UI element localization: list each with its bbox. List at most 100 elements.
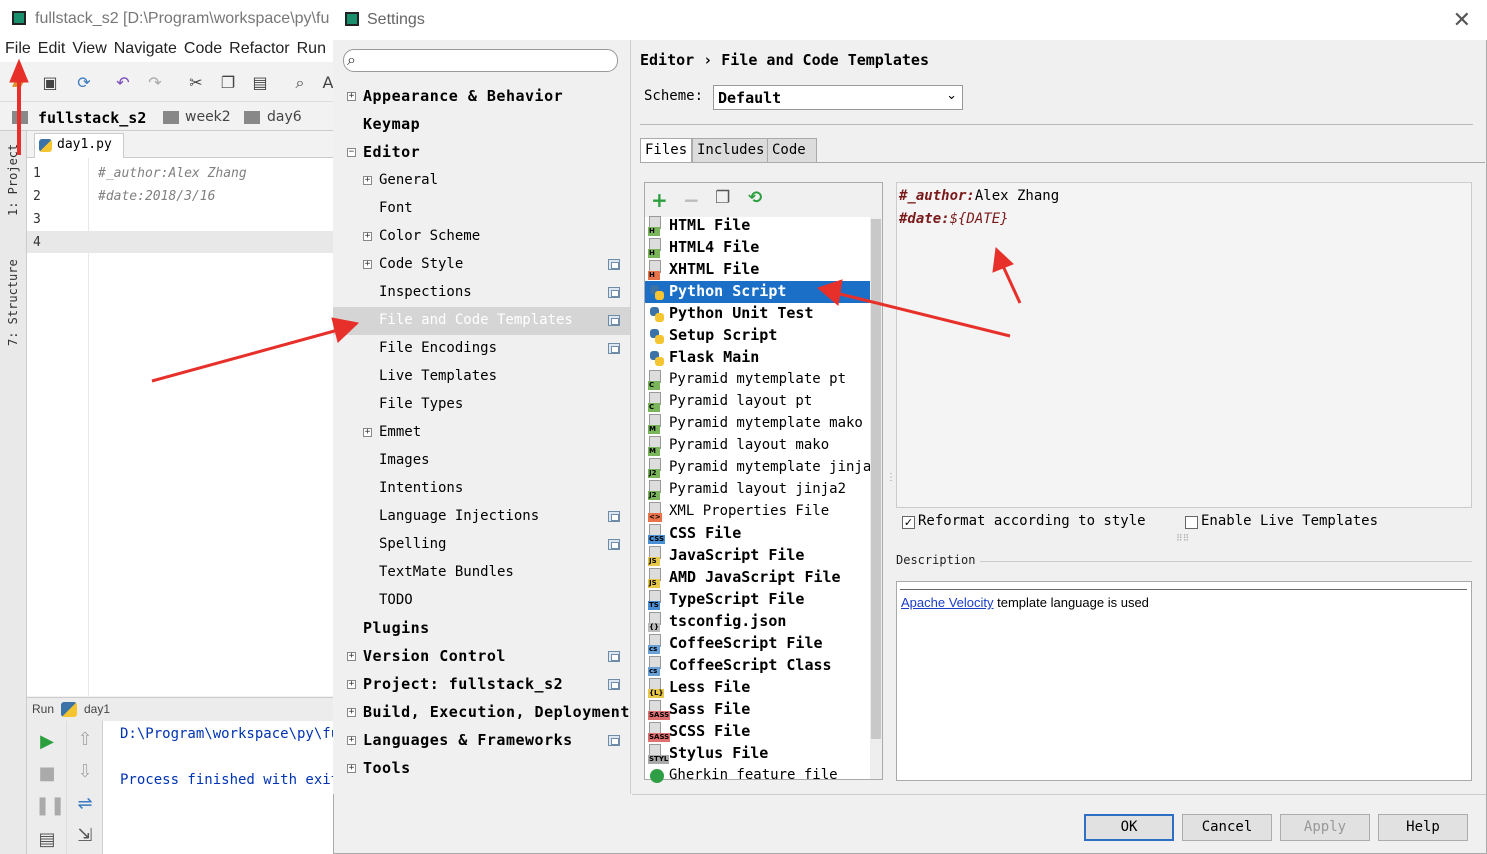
paste-icon[interactable]: ▤ [250, 73, 270, 93]
template-item[interactable]: STYL Stylus File [645, 743, 870, 765]
stop-icon[interactable]: ■ [35, 763, 59, 784]
expand-icon[interactable]: + [363, 260, 372, 269]
tree-item[interactable]: Live Templates [333, 363, 630, 391]
run-config-name[interactable]: day1 [84, 702, 110, 716]
template-editor[interactable] [896, 182, 1472, 508]
tree-item[interactable]: Font [333, 195, 630, 223]
menu-view[interactable]: View [72, 40, 106, 57]
collapse-icon[interactable]: − [347, 148, 356, 157]
apply-button[interactable]: Apply [1280, 814, 1370, 841]
template-item[interactable]: M Pyramid mytemplate mako [645, 413, 870, 435]
tree-item[interactable]: TextMate Bundles [333, 559, 630, 587]
run-play-icon[interactable]: ▶ [35, 731, 59, 752]
tab-includes[interactable]: Includes [692, 138, 770, 162]
template-item[interactable]: CSS CSS File [645, 523, 870, 545]
tree-item[interactable]: + Appearance & Behavior [333, 83, 630, 111]
expand-icon[interactable]: + [347, 736, 356, 745]
expand-icon[interactable]: + [363, 176, 372, 185]
template-item[interactable]: C Pyramid layout pt [645, 391, 870, 413]
reset-icon[interactable]: ⟲ [748, 188, 762, 208]
add-icon[interactable]: + [651, 188, 668, 212]
template-item[interactable]: Python Script [645, 281, 870, 303]
template-item[interactable]: cs CoffeeScript File [645, 633, 870, 655]
scheme-select[interactable]: Default ⌄ [713, 85, 963, 110]
settings-search[interactable]: ⌕ [343, 49, 618, 72]
reformat-checkbox[interactable]: ✓ [902, 516, 915, 529]
breadcrumb-day6[interactable]: day6 [267, 109, 302, 125]
splitter-handle[interactable]: ⋮ [886, 472, 896, 483]
menu-run[interactable]: Run [297, 40, 326, 57]
project-tool-tab[interactable]: 1: Project [6, 144, 20, 216]
tree-item[interactable]: Spelling [333, 531, 630, 559]
reformat-label[interactable]: Reformat according to style [918, 513, 1146, 529]
menu-code[interactable]: Code [184, 40, 222, 57]
tree-item[interactable]: Keymap [333, 111, 630, 139]
expand-icon[interactable]: + [347, 680, 356, 689]
tree-item[interactable]: File Encodings [333, 335, 630, 363]
template-item[interactable]: JS AMD JavaScript File [645, 567, 870, 589]
template-item[interactable]: H HTML4 File [645, 237, 870, 259]
scroll-down-icon[interactable]: ⇩ [73, 761, 97, 782]
template-item[interactable]: C Pyramid mytemplate pt [645, 369, 870, 391]
find-icon[interactable]: ⌕ [290, 73, 310, 93]
remove-icon[interactable]: − [683, 188, 700, 212]
template-item[interactable]: Gherkin feature file [645, 765, 870, 787]
template-item[interactable]: {} tsconfig.json [645, 611, 870, 633]
template-item[interactable]: J2 Pyramid mytemplate jinja2 [645, 457, 880, 479]
tree-item[interactable]: + Color Scheme [333, 223, 630, 251]
tree-item[interactable]: − Editor [333, 139, 630, 167]
template-item[interactable]: H XHTML File [645, 259, 870, 281]
pause-icon[interactable]: ❚❚ [35, 795, 65, 816]
expand-icon[interactable]: + [347, 764, 356, 773]
soft-wrap-icon[interactable]: ⇌ [73, 793, 97, 814]
scrollbar-thumb[interactable] [871, 219, 881, 739]
template-item[interactable]: TS TypeScript File [645, 589, 870, 611]
close-icon[interactable]: ✕ [1453, 8, 1471, 33]
menu-navigate[interactable]: Navigate [114, 40, 177, 57]
save-icon[interactable]: ▣ [40, 73, 60, 93]
help-button[interactable]: Help [1378, 814, 1468, 841]
breadcrumb-week2[interactable]: week2 [185, 109, 231, 125]
tree-item[interactable]: Intentions [333, 475, 630, 503]
copy-icon[interactable]: ❐ [715, 188, 730, 208]
tree-item[interactable]: + Emmet [333, 419, 630, 447]
template-item[interactable]: H HTML File [645, 215, 870, 237]
tree-item[interactable]: + Project: fullstack_s2 [333, 671, 630, 699]
template-item[interactable]: J2 Pyramid layout jinja2 [645, 479, 870, 501]
tree-item[interactable]: Images [333, 447, 630, 475]
tree-item[interactable]: Inspections [333, 279, 630, 307]
open-folder-icon[interactable]: ▰ [8, 73, 28, 93]
tree-item[interactable]: + Build, Execution, Deployment [333, 699, 630, 727]
cut-icon[interactable]: ✂ [186, 73, 206, 93]
template-item[interactable]: <> XML Properties File [645, 501, 870, 523]
template-item[interactable]: cs CoffeeScript Class [645, 655, 870, 677]
structure-tool-tab[interactable]: 7: Structure [6, 259, 20, 346]
tree-item[interactable]: + Version Control [333, 643, 630, 671]
tree-item[interactable]: + Tools [333, 755, 630, 783]
template-item[interactable]: JS JavaScript File [645, 545, 870, 567]
scroll-to-end-icon[interactable]: ⇲ [73, 825, 97, 846]
template-item[interactable]: SASS Sass File [645, 699, 870, 721]
tab-files[interactable]: Files [640, 138, 693, 163]
resize-grip[interactable]: ⠿⠿ [1176, 534, 1189, 544]
template-item[interactable]: Flask Main [645, 347, 870, 369]
tree-item[interactable]: + Code Style [333, 251, 630, 279]
search-input[interactable] [366, 52, 611, 69]
live-templates-label[interactable]: Enable Live Templates [1201, 513, 1378, 529]
tab-code[interactable]: Code [767, 138, 817, 162]
apache-velocity-link[interactable]: Apache Velocity [901, 595, 994, 610]
scroll-up-icon[interactable]: ⇧ [73, 729, 97, 750]
template-item[interactable]: {L} Less File [645, 677, 870, 699]
tree-item[interactable]: File Types [333, 391, 630, 419]
breadcrumb-project[interactable]: fullstack_s2 [38, 109, 146, 127]
cancel-button[interactable]: Cancel [1182, 814, 1272, 841]
menu-file[interactable]: File [5, 40, 31, 57]
editor-tab-day1[interactable]: day1.py [34, 133, 124, 158]
template-item[interactable]: M Pyramid layout mako [645, 435, 870, 457]
template-item[interactable]: Setup Script [645, 325, 870, 347]
expand-icon[interactable]: + [363, 428, 372, 437]
tree-item[interactable]: TODO [333, 587, 630, 615]
expand-icon[interactable]: + [363, 232, 372, 241]
ok-button[interactable]: OK [1084, 814, 1174, 841]
undo-icon[interactable]: ↶ [113, 73, 133, 93]
